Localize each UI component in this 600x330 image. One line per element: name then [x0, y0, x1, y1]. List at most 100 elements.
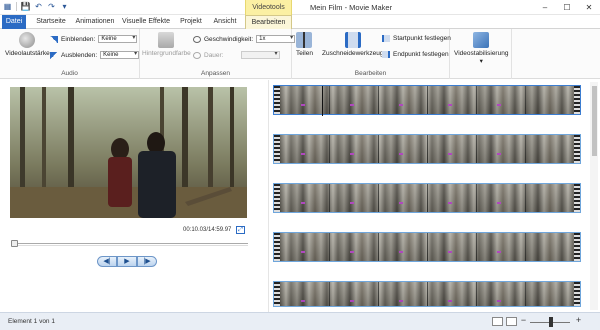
- background-color-button: Hintergrundfarbe: [142, 32, 191, 57]
- video-clip-strip[interactable]: [273, 281, 581, 307]
- tab-datei[interactable]: Datei: [2, 15, 26, 29]
- storyboard-view-icon[interactable]: [492, 317, 503, 326]
- stabilization-icon: [473, 32, 490, 48]
- fade-in-label: Einblenden:: [61, 35, 96, 43]
- playback-controls: ◀| ▶ |▶: [97, 256, 157, 267]
- tab-bearbeiten[interactable]: Bearbeiten: [245, 15, 292, 30]
- video-stabilization-label: Videostabilisierung: [454, 50, 509, 57]
- audio-marker: [497, 153, 501, 155]
- maximize-button[interactable]: ☐: [556, 0, 578, 15]
- audio-marker: [399, 104, 403, 106]
- audio-marker: [350, 202, 354, 204]
- frame-divider: [378, 86, 379, 114]
- frame-divider: [329, 135, 330, 163]
- play-button[interactable]: ▶: [117, 256, 137, 267]
- paint-bucket-icon: [158, 32, 175, 48]
- audio-group: Videolautstärke Einblenden: Keine Ausble…: [0, 29, 140, 79]
- video-volume-label: Videolautstärke: [5, 50, 50, 57]
- video-clip-strip[interactable]: [273, 232, 581, 262]
- playback-timestamp: 00:10.03/14:59.97: [183, 227, 232, 233]
- audio-marker: [350, 153, 354, 155]
- close-button[interactable]: ✕: [578, 0, 600, 15]
- clip-thumbnails: [280, 135, 574, 163]
- next-frame-button[interactable]: |▶: [137, 256, 157, 267]
- duration-label: Dauer:: [204, 51, 224, 59]
- fade-in-row: Einblenden: Keine: [50, 35, 138, 43]
- frame-divider: [329, 233, 330, 261]
- frame-divider: [476, 184, 477, 212]
- video-stabilization-button[interactable]: Videostabilisierung ▾: [454, 32, 508, 65]
- trim-tool-button[interactable]: Zuschneidewerkzeug: [322, 32, 383, 57]
- frame-divider: [427, 135, 428, 163]
- video-preview[interactable]: [10, 87, 247, 218]
- film-sprockets: [574, 135, 580, 163]
- audio-marker: [448, 300, 452, 302]
- scrollbar-thumb[interactable]: [592, 86, 597, 156]
- zoom-slider-thumb[interactable]: [549, 317, 553, 327]
- zoom-in-button[interactable]: +: [574, 315, 583, 326]
- seek-thumb[interactable]: [11, 240, 18, 247]
- speed-label: Geschwindigkeit:: [204, 35, 254, 43]
- frame-divider: [525, 86, 526, 114]
- undo-icon[interactable]: ↶: [34, 2, 43, 11]
- save-icon[interactable]: 💾: [21, 2, 31, 11]
- edit-group: Teilen Zuschneidewerkzeug Startpunkt fes…: [292, 29, 451, 79]
- video-clip-strip[interactable]: [273, 134, 581, 164]
- audio-marker: [448, 104, 452, 106]
- film-sprockets: [574, 282, 580, 306]
- ribbon-tabs: Datei Startseite Animationen Visuelle Ef…: [0, 15, 600, 30]
- video-volume-button[interactable]: Videolautstärke: [5, 32, 50, 57]
- set-end-row[interactable]: Endpunkt festlegen: [382, 51, 449, 58]
- adjust-group: Hintergrundfarbe Geschwindigkeit: 1x Dau…: [140, 29, 296, 79]
- redo-icon[interactable]: ↷: [47, 2, 56, 11]
- film-sprockets: [574, 86, 580, 114]
- app-menu-icon[interactable]: ▦: [3, 2, 12, 11]
- minimize-button[interactable]: –: [534, 0, 556, 15]
- timeline-playhead[interactable]: [322, 86, 323, 116]
- frame-divider: [378, 233, 379, 261]
- frame-divider: [525, 135, 526, 163]
- fade-in-icon: [50, 35, 58, 43]
- video-clip-strip[interactable]: [273, 183, 581, 213]
- title-bar: ▦ 💾 ↶ ↷ ▾ Videotools Mein Film - Movie M…: [0, 0, 600, 15]
- adjust-group-label: Anpassen: [201, 70, 230, 77]
- edit-group-label: Bearbeiten: [354, 70, 387, 77]
- speed-select[interactable]: 1x: [256, 35, 296, 43]
- clip-thumbnails: [280, 233, 574, 261]
- tab-ansicht[interactable]: Ansicht: [210, 15, 240, 29]
- fade-out-select[interactable]: Keine: [100, 51, 140, 59]
- window-controls: – ☐ ✕: [534, 0, 600, 15]
- audio-marker: [399, 153, 403, 155]
- tab-projekt[interactable]: Projekt: [176, 15, 206, 29]
- dropdown-icon[interactable]: ▾: [60, 2, 69, 11]
- audio-marker: [399, 300, 403, 302]
- trim-icon: [344, 32, 361, 48]
- audio-marker: [301, 153, 305, 155]
- audio-marker: [497, 202, 501, 204]
- tab-animationen[interactable]: Animationen: [74, 15, 116, 29]
- tab-startseite[interactable]: Startseite: [30, 15, 72, 29]
- frame-divider: [427, 184, 428, 212]
- previous-frame-button[interactable]: ◀|: [97, 256, 117, 267]
- split-icon: [296, 32, 313, 48]
- thumbnail-size-icon[interactable]: [506, 317, 517, 326]
- frame-divider: [476, 233, 477, 261]
- tab-visuelle-effekte[interactable]: Visuelle Effekte: [120, 15, 172, 29]
- fullscreen-preview-button[interactable]: ⤢: [236, 226, 245, 234]
- ribbon: Videolautstärke Einblenden: Keine Ausble…: [0, 29, 600, 79]
- end-point-icon: [382, 51, 390, 58]
- fade-out-label: Ausblenden:: [61, 51, 98, 59]
- set-start-row[interactable]: Startpunkt festlegen: [382, 35, 451, 42]
- audio-marker: [448, 153, 452, 155]
- fade-in-select[interactable]: Keine: [98, 35, 138, 43]
- audio-marker: [497, 251, 501, 253]
- seek-bar[interactable]: [12, 243, 248, 246]
- zoom-out-button[interactable]: −: [519, 315, 528, 326]
- film-sprockets: [574, 233, 580, 261]
- fade-out-row: Ausblenden: Keine: [50, 51, 140, 59]
- video-clip-strip[interactable]: [273, 85, 581, 115]
- split-button[interactable]: Teilen: [296, 32, 313, 57]
- audio-marker: [399, 202, 403, 204]
- frame-divider: [378, 135, 379, 163]
- audio-marker: [497, 300, 501, 302]
